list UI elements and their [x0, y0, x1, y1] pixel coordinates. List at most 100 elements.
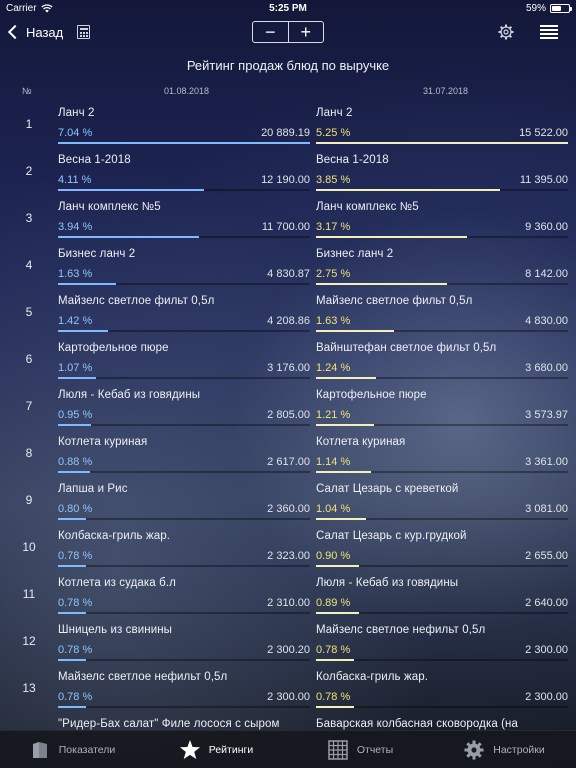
table-row[interactable]: 1 Ланч 2 7.04 % 20 889.19 Ланч 2 5.25 % … — [0, 103, 576, 150]
left-cell[interactable]: Шницель из свинины 0.78 % 2 300.20 — [58, 624, 310, 664]
right-cell[interactable]: Котлета куриная 1.14 % 3 361.00 — [316, 436, 568, 476]
left-cell[interactable]: Майзелс светлое нефильт 0,5л 0.78 % 2 30… — [58, 671, 310, 711]
right-cell[interactable]: Ланч 2 5.25 % 15 522.00 — [316, 107, 568, 147]
share-percent: 0.80 % — [58, 503, 93, 515]
table-row[interactable]: 5 Майзелс светлое фильт 0,5л 1.42 % 4 20… — [0, 291, 576, 338]
chart-book-icon — [29, 739, 51, 761]
share-bar-fill — [316, 283, 448, 285]
table-row[interactable]: 13 Майзелс светлое нефильт 0,5л 0.78 % 2… — [0, 667, 576, 714]
table-row[interactable]: 10 Колбаска-гриль жар. 0.78 % 2 323.00 С… — [0, 526, 576, 573]
column-header-number: № — [22, 86, 32, 96]
tab-3[interactable]: Отчеты — [288, 731, 432, 768]
status-bar: Carrier 5:25 PM 59% — [0, 0, 576, 16]
row-number: 6 — [25, 352, 33, 366]
left-cell[interactable]: Люля - Кебаб из говядины 0.95 % 2 805.00 — [58, 389, 310, 429]
share-percent: 5.25 % — [316, 127, 351, 139]
row-number: 10 — [22, 540, 36, 554]
share-bar — [316, 612, 568, 614]
table-row[interactable]: 12 Шницель из свинины 0.78 % 2 300.20 Ма… — [0, 620, 576, 667]
right-cell[interactable]: Колбаска-гриль жар. 0.78 % 2 300.00 — [316, 671, 568, 711]
left-cell[interactable]: Ланч 2 7.04 % 20 889.19 — [58, 107, 310, 147]
revenue-value: 2 655.00 — [525, 550, 568, 562]
right-cell[interactable]: Салат Цезарь с кур.грудкой 0.90 % 2 655.… — [316, 530, 568, 570]
calculator-icon[interactable] — [77, 25, 91, 39]
table-row[interactable]: 3 Ланч комплекс №5 3.94 % 11 700.00 Ланч… — [0, 197, 576, 244]
share-percent: 0.95 % — [58, 409, 93, 421]
right-cell[interactable]: Люля - Кебаб из говядины 0.89 % 2 640.00 — [316, 577, 568, 617]
tab-2[interactable]: Рейтинги — [144, 731, 288, 768]
share-bar-fill — [316, 424, 374, 426]
dish-name: Салат Цезарь с креветкой — [316, 483, 459, 495]
back-button[interactable]: Назад — [7, 25, 63, 40]
share-percent: 0.78 % — [316, 691, 351, 703]
right-cell[interactable]: Бизнес ланч 2 2.75 % 8 142.00 — [316, 248, 568, 288]
column-header-right-date[interactable]: 31.07.2018 — [423, 86, 468, 96]
share-percent: 7.04 % — [58, 127, 93, 139]
left-cell[interactable]: Котлета куриная 0.88 % 2 617.00 — [58, 436, 310, 476]
left-cell[interactable]: Котлета из судака б.л 0.78 % 2 310.00 — [58, 577, 310, 617]
right-cell[interactable]: Майзелс светлое фильт 0,5л 1.63 % 4 830.… — [316, 295, 568, 335]
left-cell[interactable]: Майзелс светлое фильт 0,5л 1.42 % 4 208.… — [58, 295, 310, 335]
tab-4[interactable]: Настройки — [432, 731, 576, 768]
plus-button[interactable]: + — [289, 22, 324, 42]
hamburger-menu-icon[interactable] — [540, 25, 558, 39]
right-cell[interactable]: Вайнштефан светлое фильт 0,5л 1.24 % 3 6… — [316, 342, 568, 382]
share-bar-fill — [58, 236, 200, 238]
share-bar — [58, 142, 310, 144]
left-cell[interactable]: Бизнес ланч 2 1.63 % 4 830.87 — [58, 248, 310, 288]
right-cell[interactable]: Салат Цезарь с креветкой 1.04 % 3 081.00 — [316, 483, 568, 523]
revenue-value: 12 190.00 — [261, 174, 310, 186]
column-header-left-date[interactable]: 01.08.2018 — [164, 86, 209, 96]
table-row[interactable]: 7 Люля - Кебаб из говядины 0.95 % 2 805.… — [0, 385, 576, 432]
left-cell[interactable]: "Ридер-Бах салат" Филе лосося с сыром — [58, 718, 310, 730]
share-bar — [316, 330, 568, 332]
settings-gear-icon[interactable] — [498, 24, 514, 40]
right-cell[interactable]: Весна 1-2018 3.85 % 11 395.00 — [316, 154, 568, 194]
revenue-value: 2 805.00 — [267, 409, 310, 421]
dish-name: Майзелс светлое нефильт 0,5л — [58, 671, 228, 683]
revenue-value: 8 142.00 — [525, 268, 568, 280]
left-cell[interactable]: Колбаска-гриль жар. 0.78 % 2 323.00 — [58, 530, 310, 570]
dish-name: "Ридер-Бах салат" Филе лосося с сыром — [58, 718, 280, 730]
left-cell[interactable]: Лапша и Рис 0.80 % 2 360.00 — [58, 483, 310, 523]
rating-list[interactable]: 1 Ланч 2 7.04 % 20 889.19 Ланч 2 5.25 % … — [0, 103, 576, 730]
table-row[interactable]: "Ридер-Бах салат" Филе лосося с сыром Ба… — [0, 714, 576, 730]
minus-button[interactable]: − — [253, 22, 289, 42]
left-cell[interactable]: Весна 1-2018 4.11 % 12 190.00 — [58, 154, 310, 194]
right-cell[interactable]: Баварская колбасная сковородка (на — [316, 718, 568, 730]
share-bar-fill — [58, 142, 310, 144]
right-cell[interactable]: Майзелс светлое нефильт 0,5л 0.78 % 2 30… — [316, 624, 568, 664]
share-percent: 1.42 % — [58, 315, 93, 327]
row-number: 12 — [22, 634, 36, 648]
page-title: Рейтинг продаж блюд по выручке — [186, 58, 390, 73]
right-cell[interactable]: Ланч комплекс №5 3.17 % 9 360.00 — [316, 201, 568, 241]
table-row[interactable]: 2 Весна 1-2018 4.11 % 12 190.00 Весна 1-… — [0, 150, 576, 197]
revenue-value: 4 830.00 — [525, 315, 568, 327]
date-stepper[interactable]: − + — [252, 21, 324, 43]
table-row[interactable]: 4 Бизнес ланч 2 1.63 % 4 830.87 Бизнес л… — [0, 244, 576, 291]
share-bar-fill — [316, 471, 372, 473]
dish-name: Майзелс светлое фильт 0,5л — [316, 295, 473, 307]
tab-1[interactable]: Показатели — [0, 731, 144, 768]
table-row[interactable]: 11 Котлета из судака б.л 0.78 % 2 310.00… — [0, 573, 576, 620]
navigation-bar: Назад − + — [0, 16, 576, 48]
share-bar — [58, 612, 310, 614]
share-bar — [316, 659, 568, 661]
row-number: 1 — [25, 117, 33, 131]
table-row[interactable]: 6 Картофельное пюре 1.07 % 3 176.00 Вайн… — [0, 338, 576, 385]
left-cell[interactable]: Ланч комплекс №5 3.94 % 11 700.00 — [58, 201, 310, 241]
left-cell[interactable]: Картофельное пюре 1.07 % 3 176.00 — [58, 342, 310, 382]
share-percent: 0.78 % — [58, 644, 93, 656]
share-bar-fill — [58, 706, 86, 708]
table-row[interactable]: 8 Котлета куриная 0.88 % 2 617.00 Котлет… — [0, 432, 576, 479]
wifi-icon — [40, 3, 53, 12]
share-bar — [316, 142, 568, 144]
share-bar-fill — [316, 565, 359, 567]
table-row[interactable]: 9 Лапша и Рис 0.80 % 2 360.00 Салат Цеза… — [0, 479, 576, 526]
dish-name: Ланч 2 — [316, 107, 353, 119]
tab-bar: Показатели Рейтинги Отчеты Настройки — [0, 730, 576, 768]
dish-name: Весна 1-2018 — [58, 154, 131, 166]
dish-name: Бизнес ланч 2 — [58, 248, 136, 260]
right-cell[interactable]: Картофельное пюре 1.21 % 3 573.97 — [316, 389, 568, 429]
dish-name: Люля - Кебаб из говядины — [58, 389, 201, 401]
